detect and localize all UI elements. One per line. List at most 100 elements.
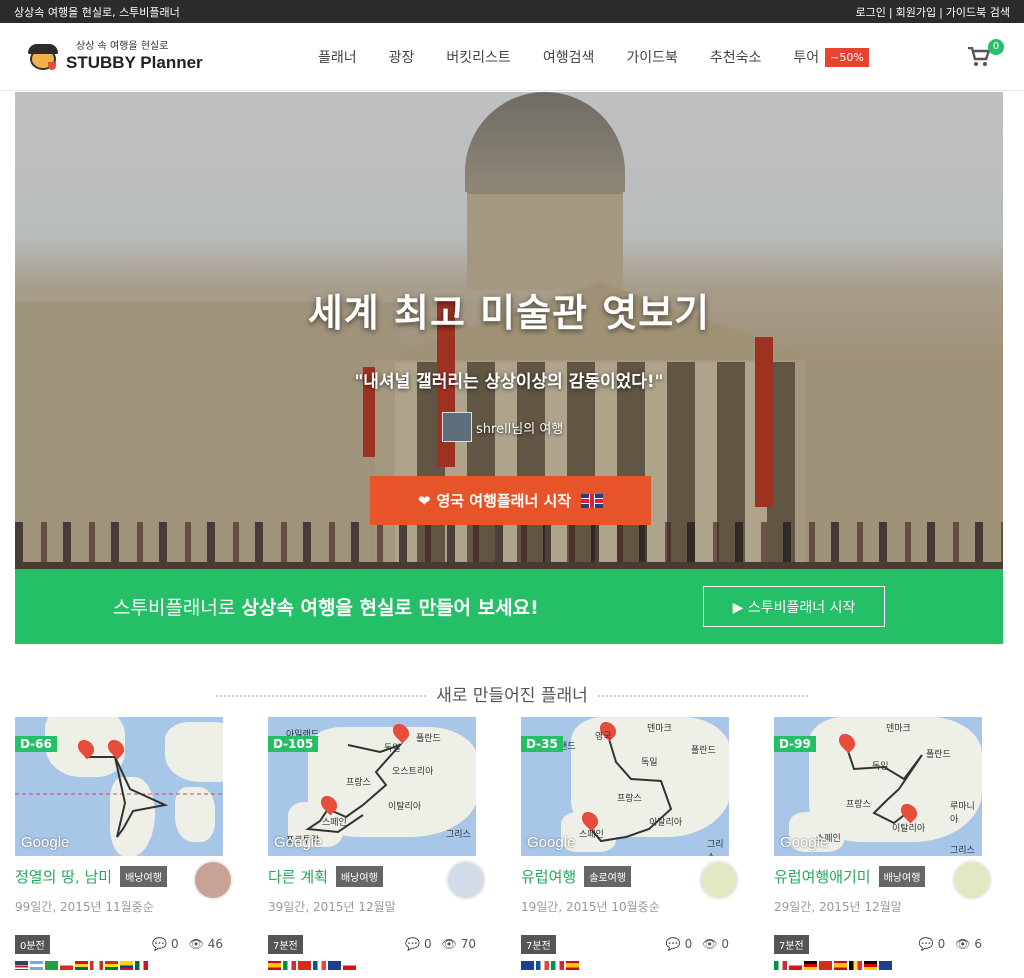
cart-count-badge: 0 [988, 39, 1004, 55]
route-map[interactable]: 아일랜드 독일 폴란드 오스트리아 프랑스 이탈리아 스페인 포르투갈 그리스 … [268, 717, 476, 856]
nav-tour[interactable]: 투어 [793, 47, 819, 67]
flag-cz-icon [789, 961, 802, 970]
dday-badge: D-105 [268, 736, 319, 752]
planner-title[interactable]: 유럽여행애기미 [774, 866, 871, 887]
nav-guidebook[interactable]: 가이드북 [626, 47, 678, 67]
comment-icon: 💬 [405, 937, 421, 951]
planner-card[interactable]: D-66 Google 정열의 땅, 남미 배낭여행 99일간, 2015년 1… [15, 717, 233, 970]
author-name: shrell님의 여행 [476, 421, 564, 437]
dday-badge: D-66 [15, 736, 57, 752]
google-logo: Google [527, 834, 576, 851]
nav-planner[interactable]: 플래너 [318, 47, 357, 67]
view-count: 👁 0 [702, 937, 729, 951]
nav-bucketlist[interactable]: 버킷리스트 [446, 47, 510, 67]
comment-icon: 💬 [918, 937, 934, 951]
time-ago-badge: 7분전 [774, 934, 809, 954]
flag-us-icon [15, 961, 28, 970]
flag-es-icon [566, 961, 579, 970]
promo-message: 스투비플래너로 상상속 여행을 현실로 만들어 보세요! [113, 597, 539, 619]
flag-it-icon [283, 961, 296, 970]
flag-ar-icon [30, 961, 43, 970]
travel-type-tag: 배낭여행 [335, 865, 383, 887]
cart-icon [968, 46, 991, 66]
flag-cl-icon [60, 961, 73, 970]
main-nav: 플래너 광장 버킷리스트 여행검색 가이드북 추천숙소 투어 ~50% [318, 23, 869, 91]
country-flags [521, 961, 729, 970]
eye-icon: 👁 [955, 937, 971, 951]
view-count: 👁 70 [441, 937, 476, 951]
nav-recommended-stay[interactable]: 추천숙소 [710, 47, 762, 67]
flag-gb-icon [521, 961, 534, 970]
hero-title: 세계 최고 미술관 엿보기 [307, 291, 711, 335]
login-link[interactable]: 로그인 [855, 6, 885, 19]
user-avatar[interactable] [446, 860, 486, 900]
dday-badge: D-99 [774, 736, 816, 752]
country-flags [774, 961, 982, 970]
flag-ch-icon [819, 961, 832, 970]
planner-title[interactable]: 정열의 땅, 남미 [15, 866, 112, 887]
sale-badge: ~50% [825, 47, 869, 67]
flag-es-icon [268, 961, 281, 970]
start-planner-button[interactable]: ▶ 스투비플래너 시작 [703, 586, 885, 627]
trip-meta: 19일간, 2015년 10월중순 [521, 900, 660, 914]
uk-flag-icon [581, 493, 604, 508]
planner-card[interactable]: 아일랜드 독일 폴란드 오스트리아 프랑스 이탈리아 스페인 포르투갈 그리스 … [268, 717, 486, 970]
nav-square[interactable]: 광장 [389, 47, 415, 67]
cart-button[interactable]: 0 [968, 39, 1004, 67]
trip-meta: 39일간, 2015년 12월말 [268, 900, 396, 914]
signup-link[interactable]: 회원가입 [896, 6, 936, 19]
hero-quote: "내셔널 갤러리는 상상이상의 감동이었다!" [354, 372, 664, 392]
route-map[interactable]: 영국 덴마크 폴란드 독일 프랑스 이탈리아 스페인 그리스 랜드 D-35 G… [521, 717, 729, 856]
comment-count: 💬 0 [152, 937, 179, 951]
user-avatar[interactable] [699, 860, 739, 900]
flag-gb-icon [879, 961, 892, 970]
planner-card[interactable]: 영국 덴마크 폴란드 독일 프랑스 이탈리아 스페인 그리스 랜드 D-35 G… [521, 717, 739, 970]
guidebook-search-link[interactable]: 가이드북 검색 [946, 6, 1010, 19]
planner-card[interactable]: 덴마크 독일 폴란드 프랑스 이탈리아 스페인 그리스 루마니아 D-99 Go… [774, 717, 992, 970]
flag-gh-icon [75, 961, 88, 970]
flag-co-icon [120, 961, 133, 970]
view-count: 👁 6 [955, 937, 982, 951]
time-ago-badge: 7분전 [521, 934, 556, 954]
flag-br-icon [45, 961, 58, 970]
header: 상상 속 여행을 현실로 STUBBY Planner 플래너 광장 버킷리스트… [0, 23, 1024, 91]
travel-type-tag: 배낭여행 [878, 865, 926, 887]
time-ago-badge: 7분전 [268, 934, 303, 954]
route-map[interactable]: 덴마크 독일 폴란드 프랑스 이탈리아 스페인 그리스 루마니아 D-99 Go… [774, 717, 982, 856]
view-count: 👁 46 [188, 937, 223, 951]
trip-meta: 29일간, 2015년 12월말 [774, 900, 902, 914]
nav-travel-search[interactable]: 여행검색 [543, 47, 595, 67]
logo[interactable]: 상상 속 여행을 현실로 STUBBY Planner [28, 42, 288, 72]
flag-fr-icon [536, 961, 549, 970]
country-flags [268, 961, 476, 970]
comment-count: 💬 0 [405, 937, 432, 951]
eye-icon: 👁 [188, 937, 204, 951]
route-map[interactable]: D-66 Google [15, 717, 223, 856]
planner-title[interactable]: 다른 계획 [268, 866, 328, 887]
comment-count: 💬 0 [918, 937, 946, 951]
eye-icon: 👁 [702, 937, 718, 951]
promo-band: 스투비플래너로 상상속 여행을 현실로 만들어 보세요! ▶ 스투비플래너 시작 [15, 569, 1003, 644]
author-avatar [442, 412, 472, 442]
flag-ch-icon [298, 961, 311, 970]
heart-icon: ❤ [417, 491, 431, 510]
flag-fr-icon [313, 961, 326, 970]
google-logo: Google [21, 834, 70, 851]
user-avatar[interactable] [952, 860, 992, 900]
travel-type-tag: 솔로여행 [584, 865, 632, 887]
planner-title[interactable]: 유럽여행 [521, 866, 576, 887]
logo-tagline: 상상 속 여행을 현실로 [76, 41, 169, 52]
comment-count: 💬 0 [665, 937, 693, 951]
country-flags [15, 961, 223, 970]
start-uk-planner-button[interactable]: ❤ 영국 여행플래너 시작 [370, 476, 651, 525]
user-avatar[interactable] [193, 860, 233, 900]
flag-es-icon [834, 961, 847, 970]
flag-de-icon [864, 961, 877, 970]
eye-icon: 👁 [441, 937, 457, 951]
comment-icon: 💬 [665, 937, 681, 951]
flag-cz-icon [343, 961, 356, 970]
top-bar: 상상속 여행을 현실로, 스투비플래너 로그인 | 회원가입 | 가이드북 검색 [0, 0, 1024, 23]
planner-cards: D-66 Google 정열의 땅, 남미 배낭여행 99일간, 2015년 1… [15, 717, 1009, 970]
hero-author[interactable]: shrell님의 여행 [442, 412, 563, 442]
google-logo: Google [780, 834, 829, 851]
